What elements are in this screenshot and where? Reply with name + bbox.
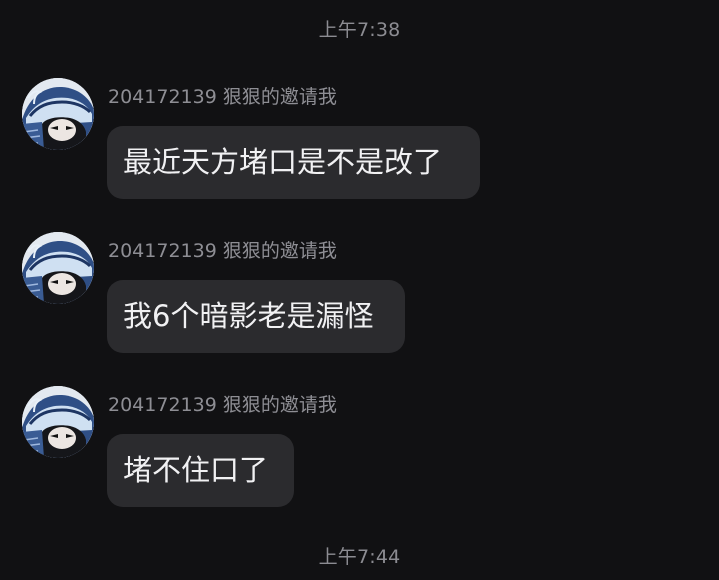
sender-name[interactable]: 204172139 狠狠的邀请我 xyxy=(108,236,337,263)
message-bubble[interactable]: 最近天方堵口是不是改了 xyxy=(107,126,480,199)
sender-name[interactable]: 204172139 狠狠的邀请我 xyxy=(108,82,337,109)
anime-character-avatar-icon xyxy=(22,78,94,150)
timestamp-top: 上午7:38 xyxy=(318,19,401,41)
timestamp-bottom: 上午7:44 xyxy=(318,546,401,568)
avatar[interactable] xyxy=(22,78,94,150)
anime-character-avatar-icon xyxy=(22,386,94,458)
chat-message: 204172139 狠狠的邀请我 我6个暗影老是漏怪 xyxy=(0,232,719,372)
anime-character-avatar-icon xyxy=(22,232,94,304)
chat-message: 204172139 狠狠的邀请我 堵不住口了 xyxy=(0,386,719,526)
message-bubble[interactable]: 堵不住口了 xyxy=(107,434,294,507)
avatar[interactable] xyxy=(22,232,94,304)
message-bubble[interactable]: 我6个暗影老是漏怪 xyxy=(107,280,405,353)
avatar[interactable] xyxy=(22,386,94,458)
chat-message: 204172139 狠狠的邀请我 最近天方堵口是不是改了 xyxy=(0,78,719,218)
sender-name[interactable]: 204172139 狠狠的邀请我 xyxy=(108,390,337,417)
